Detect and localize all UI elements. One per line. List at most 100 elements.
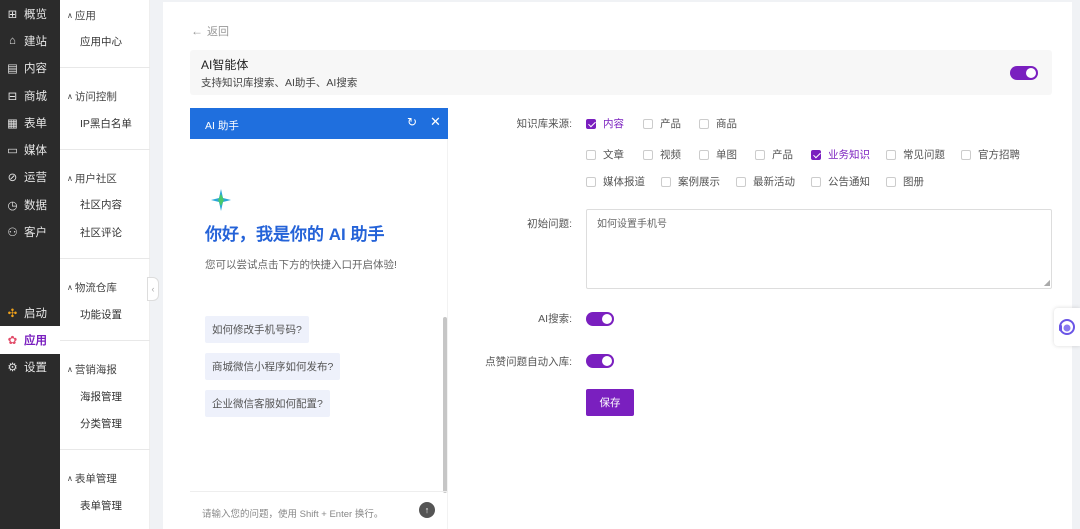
kb-source-label: 官方招聘 [978,149,1020,161]
subnav-item-poster-manage[interactable]: 海报管理 [80,389,122,404]
nav-item[interactable]: ✿ 应用 [0,326,60,354]
kb-source-checkbox[interactable]: 案例展示 [661,174,720,189]
customer-support-icon[interactable] [1054,308,1080,346]
nav-item[interactable]: ▤ 内容 [0,55,60,82]
kb-source-checkbox[interactable]: 常见问题 [886,147,945,162]
kb-source-checkbox[interactable]: 视频 [643,147,681,162]
resize-grip-icon[interactable]: ◢ [1044,278,1050,287]
ai-agent-toggle[interactable] [1010,66,1038,80]
checkbox-icon [736,176,746,187]
nav-item-label: 设置 [24,362,47,375]
kb-source-checkbox[interactable]: 官方招聘 [961,147,1020,162]
checkbox-icon [811,176,821,187]
nav-item[interactable]: ⊘ 运营 [0,164,60,191]
back-label: 返回 [207,26,229,38]
checkbox-icon [699,149,709,160]
subnav-item-form-manage[interactable]: 表单管理 [80,498,122,513]
subnav-item-function-settings[interactable]: 功能设置 [80,307,122,322]
divider [60,67,150,68]
kb-source-checkbox[interactable]: 最新活动 [736,174,795,189]
quick-question[interactable]: 商城微信小程序如何发布? [205,353,341,380]
data-icon: ◷ [7,199,18,212]
kb-source-label: 图册 [903,176,924,188]
main-nav: ⊞ 概览 ⌂ 建站 ▤ 内容 ⊟ 商城 ▦ 表单 ▭ 媒体 ⊘ 运营 ◷ 数据 ⚇ 客户 ✣ 启动 ✿ 应用 ⚙ 设置 [0,0,60,529]
ai-search-toggle[interactable] [586,312,614,326]
nav-item-label: 数据 [24,199,47,212]
subnav-group-label: 用户社区 [74,173,117,185]
kb-source-label: 内容 [603,118,624,130]
collapse-sidebar-button[interactable]: ‹ [147,277,159,301]
checkbox-icon [586,149,596,160]
initial-question-input[interactable]: 如何设置手机号 ◢ [586,209,1052,289]
checkbox-icon [886,176,896,187]
close-icon[interactable]: ✕ [430,114,441,130]
chat-title: AI 助手 [205,120,239,132]
send-button[interactable]: ↑ [419,502,435,518]
kb-source-checkbox[interactable]: 内容 [586,116,624,131]
subnav-item-community-comments[interactable]: 社区评论 [80,225,122,240]
quick-question[interactable]: 企业微信客服如何配置? [205,390,330,417]
subnav-item-ip-list[interactable]: IP黑白名单 [80,116,132,131]
kb-source-checkbox[interactable]: 公告通知 [811,174,870,189]
kb-source-label: 知识库来源: [516,118,572,130]
chat-input[interactable]: 请输入您的问题，使用 Shift + Enter 换行。 [202,506,383,520]
back-link[interactable]: ← 返回 [191,23,229,39]
chat-scrollbar[interactable] [443,317,447,493]
nav-item-label: 商城 [24,90,47,103]
ai-star-logo-icon [211,189,231,211]
subnav-item-app-center[interactable]: 应用中心 [80,34,122,49]
nav-item-label: 概览 [24,8,47,21]
kb-source-label: 最新活动 [753,176,795,188]
tag-icon: ⊘ [7,172,18,185]
ai-search-label: AI搜索: [538,313,572,325]
greeting-text: 你好，我是你的 AI 助手 [205,225,385,244]
checkbox-icon [811,149,821,160]
subnav-group-title[interactable]: ∧ 应用 [67,8,96,23]
quick-question[interactable]: 如何修改手机号码? [205,316,309,343]
subnav-group-title[interactable]: ∧ 访问控制 [67,89,117,104]
kb-source-checkbox[interactable]: 商品 [699,116,737,131]
kb-source-checkbox[interactable]: 业务知识 [811,147,870,162]
nav-item[interactable]: ◷ 数据 [0,191,60,218]
kb-source-checkbox[interactable]: 产品 [755,147,793,162]
nav-item-label: 内容 [24,63,47,76]
nav-item[interactable]: ▦ 表单 [0,109,60,136]
nav-item-label: 应用 [24,334,47,347]
nav-item[interactable]: ⊟ 商城 [0,82,60,109]
subnav-group-title[interactable]: ∧ 营销海报 [67,362,117,377]
checkbox-icon [699,118,709,129]
checkbox-icon [961,149,971,160]
nav-item[interactable]: ⚇ 客户 [0,218,60,245]
subnav-item-community-content[interactable]: 社区内容 [80,197,122,212]
subnav-item-category-manage[interactable]: 分类管理 [80,416,122,431]
nav-item[interactable]: ▭ 媒体 [0,136,60,163]
save-button[interactable]: 保存 [586,389,634,416]
kb-source-checkbox[interactable]: 文章 [586,147,624,162]
auto-store-label: 点赞问题自动入库: [485,356,572,368]
refresh-icon[interactable]: ↻ [407,115,417,129]
subnav-group-label: 应用 [74,10,96,22]
kb-source-checkbox[interactable]: 单图 [699,147,737,162]
nav-item[interactable]: ✣ 启动 [0,299,60,326]
subnav-group-title[interactable]: ∧ 表单管理 [67,471,117,486]
kb-source-checkbox[interactable]: 媒体报道 [586,174,645,189]
kb-source-label: 视频 [660,149,681,161]
auto-store-toggle[interactable] [586,354,614,368]
initial-question-label: 初始问题: [527,218,572,230]
subnav-group-title[interactable]: ∧ 用户社区 [67,171,117,186]
nav-item[interactable]: ⌂ 建站 [0,27,60,54]
kb-source-checkbox[interactable]: 产品 [643,116,681,131]
subnav-group-title[interactable]: ∧ 物流仓库 [67,280,117,295]
nav-item[interactable]: ⚙ 设置 [0,354,60,381]
nav-item[interactable]: ⊞ 概览 [0,0,60,27]
checkbox-icon [586,118,596,129]
kb-source-checkbox[interactable]: 图册 [886,174,924,189]
sub-nav: ∧ 应用 应用中心 ∧ 访问控制 IP黑白名单 ∧ 用户社区 社区内容 社区评论 ∧ 物… [60,0,150,529]
chat-input-bar[interactable]: 请输入您的问题，使用 Shift + Enter 换行。 ↑ [190,491,448,529]
media-icon: ▭ [7,145,18,158]
ai-agent-title: AI智能体 [201,58,249,72]
nav-bottom-list: ✣ 启动 ✿ 应用 ⚙ 设置 [0,299,60,381]
kb-source-label: 常见问题 [903,149,945,161]
kb-source-label: 商品 [716,118,737,130]
divider [60,340,150,341]
